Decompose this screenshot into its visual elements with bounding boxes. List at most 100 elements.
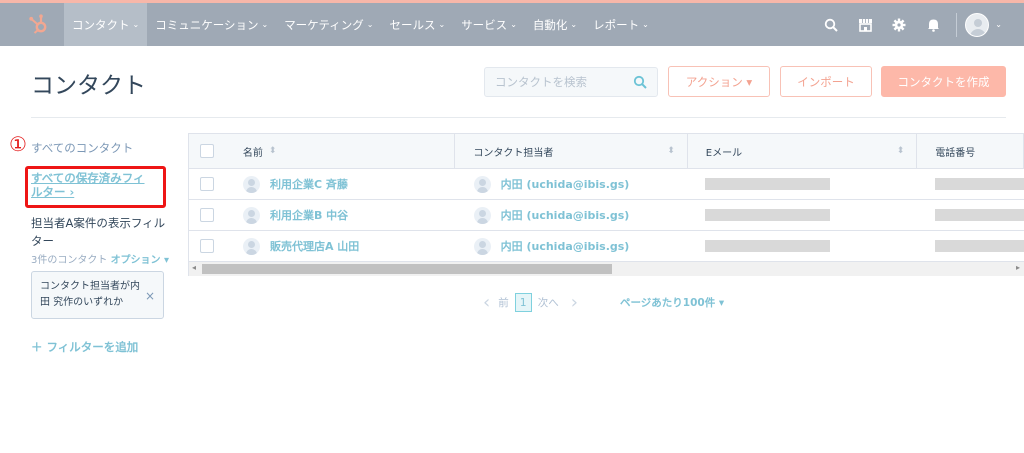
nav-label: コミュニケーション xyxy=(155,17,259,32)
horizontal-scrollbar[interactable]: ◂ ▸ xyxy=(188,262,1024,276)
email-redacted xyxy=(705,209,831,221)
column-label: Eメール xyxy=(705,147,743,159)
owner-avatar-icon xyxy=(473,237,491,255)
table-row[interactable]: 利用企業B 中谷 内田 (uchida@ibis.gs) xyxy=(188,200,1024,231)
nav-utilities: ⌄ xyxy=(814,3,1024,46)
pagination: ‹ 前 1 次へ › xyxy=(483,292,578,313)
column-label: 名前 xyxy=(242,147,263,159)
chevron-down-icon: ⌄ xyxy=(570,20,578,29)
chevron-down-icon: ⌄ xyxy=(438,20,446,29)
phone-redacted xyxy=(935,240,1024,252)
column-header-name[interactable]: 名前 ⬍ xyxy=(225,144,454,159)
chevron-down-icon: ⌄ xyxy=(261,20,269,29)
search-icon[interactable] xyxy=(814,3,848,46)
phone-redacted xyxy=(935,178,1024,190)
contact-avatar-icon xyxy=(242,237,260,255)
hubspot-logo-icon[interactable] xyxy=(27,13,49,35)
create-contact-button[interactable]: コンタクトを作成 xyxy=(881,66,1006,97)
scroll-right-icon[interactable]: ▸ xyxy=(1016,263,1020,272)
column-header-phone[interactable]: 電話番号 xyxy=(916,133,1023,169)
filter-contact-count: 3件のコンタクト xyxy=(31,255,108,266)
owner-avatar-icon xyxy=(473,175,491,193)
chevron-down-icon: ⌄ xyxy=(510,20,517,29)
next-page-button[interactable]: 次へ xyxy=(538,295,559,310)
column-label: コンタクト担当者 xyxy=(473,147,554,159)
nav-label: コンタクト xyxy=(72,17,130,32)
add-filter-button[interactable]: ＋ フィルターを追加 xyxy=(31,339,138,355)
search-icon[interactable] xyxy=(633,75,647,89)
contact-name-link[interactable]: 利用企業B 中谷 xyxy=(270,207,348,223)
table-row[interactable]: 販売代理店A 山田 内田 (uchida@ibis.gs) xyxy=(188,231,1024,262)
settings-icon[interactable] xyxy=(882,3,916,46)
search-input[interactable] xyxy=(485,68,625,96)
scroll-left-icon[interactable]: ◂ xyxy=(192,263,196,272)
row-checkbox[interactable] xyxy=(199,208,214,222)
header-divider xyxy=(31,117,1006,118)
contact-name-link[interactable]: 販売代理店A 山田 xyxy=(270,238,359,254)
prev-page-button[interactable]: 前 xyxy=(498,295,509,310)
owner-avatar-icon xyxy=(473,206,491,224)
column-header-email[interactable]: Eメール ⬍ xyxy=(686,133,916,169)
chevron-down-icon: ⌄ xyxy=(642,20,649,29)
sort-icon[interactable]: ⬍ xyxy=(269,146,277,156)
owner-link[interactable]: 内田 (uchida@ibis.gs) xyxy=(501,176,630,192)
notifications-icon[interactable] xyxy=(916,3,950,46)
filter-options-dropdown[interactable]: オプション ▾ xyxy=(111,255,170,266)
nav-label: セールス xyxy=(389,17,436,32)
table-header: 名前 ⬍ コンタクト担当者 ⬍ Eメール ⬍ 電話番号 xyxy=(188,133,1024,169)
nav-divider xyxy=(956,12,958,37)
phone-redacted xyxy=(935,209,1024,221)
nav-label: マーケティング xyxy=(284,17,364,32)
annotation-number: ① xyxy=(9,132,27,156)
filter-meta: 3件のコンタクト オプション ▾ xyxy=(31,251,169,266)
import-button[interactable]: インポート xyxy=(780,66,872,97)
chevron-down-icon: ⌄ xyxy=(132,20,140,29)
chevron-left-icon[interactable]: ‹ xyxy=(483,292,490,313)
nav-service[interactable]: サービス ⌄ xyxy=(453,3,525,46)
nav-reports[interactable]: レポート ⌄ xyxy=(585,3,657,46)
per-page-dropdown[interactable]: ページあたり100件 ▾ xyxy=(620,295,724,310)
contact-name-link[interactable]: 利用企業C 斉藤 xyxy=(270,176,348,192)
nav-label: 自動化 xyxy=(532,17,568,32)
owner-link[interactable]: 内田 (uchida@ibis.gs) xyxy=(501,238,630,254)
nav-label: レポート xyxy=(593,17,640,32)
main-menu: コンタクト ⌄ コミュニケーション ⌄ マーケティング ⌄ セールス ⌄ サービス ⌄ 自… xyxy=(64,3,657,46)
close-icon[interactable]: × xyxy=(145,288,155,304)
contact-avatar-icon xyxy=(242,206,260,224)
contact-search-box[interactable] xyxy=(484,67,658,97)
all-saved-filters-link[interactable]: すべての保存済みフィルター › xyxy=(31,171,155,199)
sort-icon[interactable]: ⬍ xyxy=(667,146,675,156)
filter-chip-text: コンタクト担当者が内田 究作のいずれか xyxy=(40,281,140,308)
owner-link[interactable]: 内田 (uchida@ibis.gs) xyxy=(501,207,630,223)
page-title: コンタクト xyxy=(31,73,146,99)
nav-conversations[interactable]: コミュニケーション ⌄ xyxy=(147,3,276,46)
email-redacted xyxy=(705,240,831,252)
nav-contacts[interactable]: コンタクト ⌄ xyxy=(64,3,148,46)
chevron-down-icon: ⌄ xyxy=(366,20,374,29)
row-checkbox[interactable] xyxy=(199,177,214,191)
table-row[interactable]: 利用企業C 斉藤 内田 (uchida@ibis.gs) xyxy=(188,169,1024,200)
column-label: 電話番号 xyxy=(935,147,976,159)
select-all-checkbox[interactable] xyxy=(199,144,214,158)
scrollbar-thumb[interactable] xyxy=(202,264,612,274)
column-header-owner[interactable]: コンタクト担当者 ⬍ xyxy=(454,133,686,169)
nav-sales[interactable]: セールス ⌄ xyxy=(381,3,453,46)
top-nav-bar: コンタクト ⌄ コミュニケーション ⌄ マーケティング ⌄ セールス ⌄ サービス ⌄ 自… xyxy=(0,0,1024,46)
actions-dropdown-button[interactable]: アクション ▾ xyxy=(668,66,770,97)
email-redacted xyxy=(705,178,831,190)
row-checkbox[interactable] xyxy=(199,239,214,253)
current-page[interactable]: 1 xyxy=(514,293,532,312)
user-avatar[interactable] xyxy=(965,12,990,37)
active-filter-name: 担当者A案件の表示フィルター xyxy=(31,216,166,248)
chevron-right-icon[interactable]: › xyxy=(571,292,578,313)
contacts-table: 名前 ⬍ コンタクト担当者 ⬍ Eメール ⬍ 電話番号 利用企業C 斉藤 内田 (uc… xyxy=(188,133,1024,276)
nav-automation[interactable]: 自動化 ⌄ xyxy=(525,3,585,46)
filter-chip[interactable]: コンタクト担当者が内田 究作のいずれか × xyxy=(31,271,164,319)
nav-marketing[interactable]: マーケティング ⌄ xyxy=(276,3,381,46)
chevron-down-icon[interactable]: ⌄ xyxy=(995,20,1002,29)
all-contacts-view[interactable]: すべてのコンタクト xyxy=(31,140,133,156)
contact-avatar-icon xyxy=(242,175,260,193)
nav-label: サービス xyxy=(461,17,508,32)
sort-icon[interactable]: ⬍ xyxy=(897,146,905,156)
marketplace-icon[interactable] xyxy=(848,3,882,46)
